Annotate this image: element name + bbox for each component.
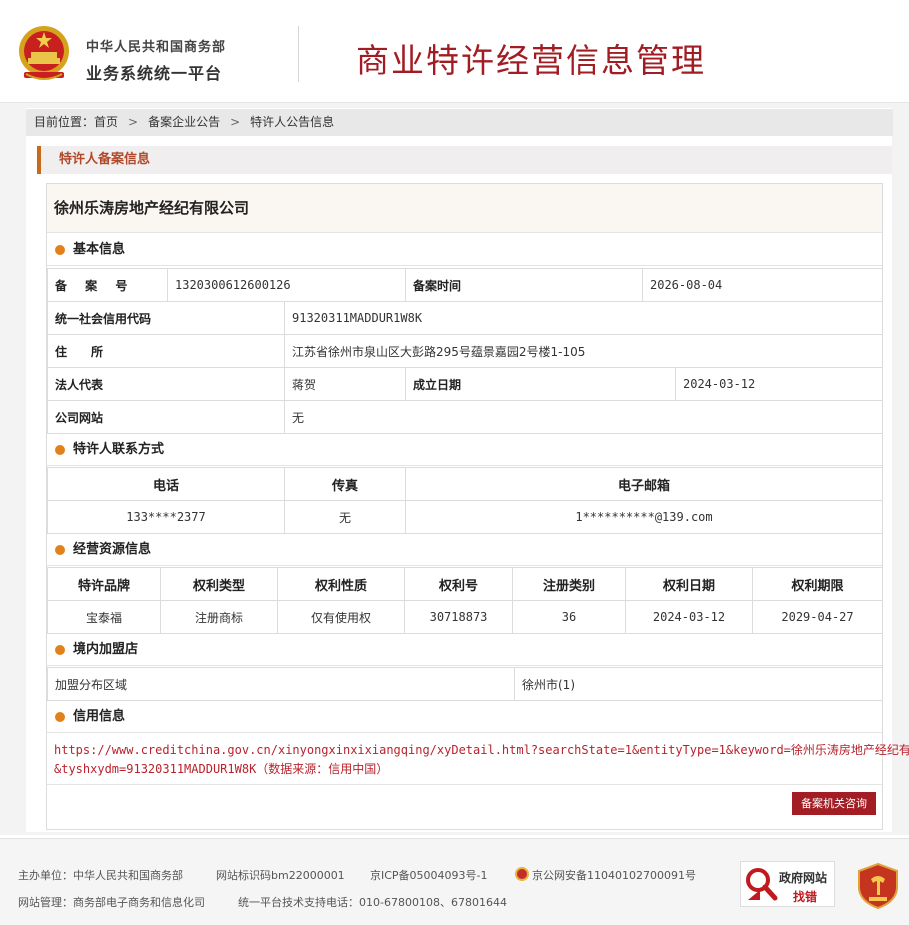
chevron-right-icon: >: [128, 115, 139, 129]
footer-site-code: 网站标识码bm22000001: [216, 869, 345, 882]
email-value: 1**********@139.com: [405, 500, 883, 534]
address-value: 江苏省徐州市泉山区大彭路295号蕴景嘉园2号楼1-105: [284, 334, 883, 368]
national-emblem-icon: [19, 26, 69, 80]
right-type-value: 注册商标: [160, 600, 278, 634]
magnifier-icon: [744, 866, 778, 902]
brand-column-header: 特许品牌: [47, 567, 161, 601]
resources-table: 特许品牌 权利类型 权利性质 权利号 注册类别 权利日期 权利期限 宝泰福 注册…: [47, 567, 883, 634]
credit-heading-text: 信用信息: [73, 709, 126, 724]
bullet-dot-icon: [55, 712, 65, 722]
gov-badge-line2: 找错: [793, 890, 818, 904]
website-value: 无: [284, 400, 883, 434]
bullet-dot-icon: [55, 645, 65, 655]
bullet-dot-icon: [55, 245, 65, 255]
credit-code-label: 统一社会信用代码: [47, 301, 285, 335]
breadcrumb-announcement-link[interactable]: 备案企业公告: [148, 115, 220, 129]
right-term-column-header: 权利期限: [752, 567, 883, 601]
site-title: 商业特许经营信息管理: [356, 41, 706, 80]
company-name: 徐州乐涛房地产经纪有限公司: [47, 184, 882, 233]
footer-sponsor: 主办单位：中华人民共和国商务部: [18, 869, 183, 882]
address-label: 住 所: [47, 334, 285, 368]
org-name-line2: 业务系统统一平台: [86, 64, 223, 83]
phone-value: 133****2377: [47, 500, 285, 534]
footer-manager: 网站管理：商务部电子商务和信息化司: [18, 896, 205, 909]
basic-info-heading: 基本信息: [47, 234, 882, 266]
table-row: 备 案 号 1320300612600126 备案时间 2026-08-04: [47, 268, 883, 302]
credit-link-line1: https://www.creditchina.gov.cn/xinyongxi…: [54, 743, 909, 757]
table-header-row: 特许品牌 权利类型 权利性质 权利号 注册类别 权利日期 权利期限: [47, 567, 883, 601]
record-no-label: 备 案 号: [47, 268, 168, 302]
region-label: 加盟分布区域: [47, 667, 515, 701]
phone-column-header: 电话: [47, 467, 285, 501]
party-emblem-badge-icon[interactable]: [857, 863, 899, 909]
basic-info-table: 备 案 号 1320300612600126 备案时间 2026-08-04 统…: [47, 268, 883, 434]
stores-heading: 境内加盟店: [47, 634, 882, 666]
record-no-value: 1320300612600126: [167, 268, 406, 302]
brand-value: 宝泰福: [47, 600, 161, 634]
website-label: 公司网站: [47, 400, 285, 434]
right-date-column-header: 权利日期: [625, 567, 753, 601]
gov-badge-line1: 政府网站: [779, 871, 828, 885]
gov-site-error-badge[interactable]: 政府网站 找错: [740, 861, 835, 907]
bullet-dot-icon: [55, 445, 65, 455]
footer-support: 统一平台技术支持电话：010-67800108、67801644: [238, 896, 507, 909]
bullet-dot-icon: [55, 545, 65, 555]
footer-police-link[interactable]: 京公网安备11040102700091号: [532, 867, 696, 883]
footer-icp-link[interactable]: 京ICP备05004093号-1: [370, 867, 488, 883]
breadcrumb: 目前位置：首页 > 备案企业公告 > 特许人公告信息: [26, 109, 893, 136]
credit-link-line2: &tyshxydm=91320311MADDUR1W8K（数据来源：信用中国）: [54, 762, 389, 776]
basic-info-heading-text: 基本信息: [73, 242, 126, 257]
reg-class-column-header: 注册类别: [512, 567, 626, 601]
right-no-value: 30718873: [404, 600, 513, 634]
record-time-label: 备案时间: [405, 268, 643, 302]
credit-code-value: 91320311MADDUR1W8K: [284, 301, 883, 335]
legal-rep-label: 法人代表: [47, 367, 285, 401]
table-row: 133****2377 无 1**********@139.com: [47, 500, 883, 534]
table-header-row: 电话 传真 电子邮箱: [47, 467, 883, 501]
region-link[interactable]: 徐州市(1): [514, 667, 883, 701]
contact-heading-text: 特许人联系方式: [73, 442, 165, 457]
email-column-header: 电子邮箱: [405, 467, 883, 501]
founded-label: 成立日期: [405, 367, 676, 401]
header-divider: [298, 26, 299, 82]
reg-class-value: 36: [512, 600, 626, 634]
right-type-column-header: 权利类型: [160, 567, 278, 601]
contact-table: 电话 传真 电子邮箱 133****2377 无 1**********@139…: [47, 467, 883, 534]
stores-table: 加盟分布区域 徐州市(1): [47, 667, 883, 701]
table-row: 公司网站 无: [47, 400, 883, 434]
fax-value: 无: [284, 500, 406, 534]
contact-heading: 特许人联系方式: [47, 434, 882, 466]
record-time-value: 2026-08-04: [642, 268, 883, 302]
org-name-line1: 中华人民共和国商务部: [86, 40, 227, 55]
breadcrumb-home-link[interactable]: 首页: [94, 115, 118, 129]
breadcrumb-current: 特许人公告信息: [250, 115, 335, 129]
credit-link[interactable]: https://www.creditchina.gov.cn/xinyongxi…: [47, 733, 909, 785]
resources-heading: 经营资源信息: [47, 534, 882, 566]
stores-heading-text: 境内加盟店: [73, 642, 139, 657]
table-row: 宝泰福 注册商标 仅有使用权 30718873 36 2024-03-12 20…: [47, 600, 883, 634]
table-row: 法人代表 蒋贺 成立日期 2024-03-12: [47, 367, 883, 401]
table-row: 统一社会信用代码 91320311MADDUR1W8K: [47, 301, 883, 335]
table-row: 住 所 江苏省徐州市泉山区大彭路295号蕴景嘉园2号楼1-105: [47, 334, 883, 368]
right-date-value: 2024-03-12: [625, 600, 753, 634]
resources-heading-text: 经营资源信息: [73, 542, 152, 557]
chevron-right-icon: >: [230, 115, 241, 129]
credit-heading: 信用信息: [47, 701, 882, 733]
founded-value: 2024-03-12: [675, 367, 883, 401]
police-badge-icon: [515, 867, 529, 881]
right-no-column-header: 权利号: [404, 567, 513, 601]
consult-button[interactable]: 备案机关咨询: [792, 792, 876, 815]
right-nature-value: 仅有使用权: [277, 600, 405, 634]
breadcrumb-prefix: 目前位置：: [34, 115, 95, 129]
table-row: 加盟分布区域 徐州市(1): [47, 667, 883, 701]
fax-column-header: 传真: [284, 467, 406, 501]
right-term-value: 2029-04-27: [752, 600, 883, 634]
legal-rep-value: 蒋贺: [284, 367, 406, 401]
section-title-bar: 特许人备案信息: [37, 146, 892, 174]
right-nature-column-header: 权利性质: [277, 567, 405, 601]
